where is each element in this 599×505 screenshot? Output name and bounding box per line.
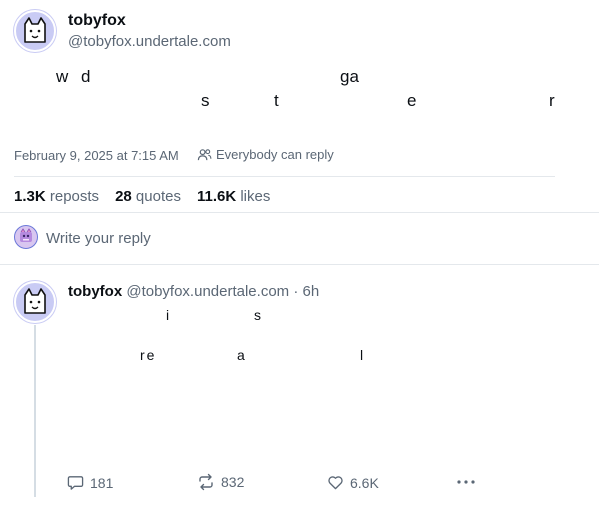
author-avatar[interactable] xyxy=(14,10,56,52)
reply-text-char: i xyxy=(166,307,170,323)
post-text-char: d xyxy=(81,67,91,86)
reply-input-placeholder[interactable]: Write your reply xyxy=(46,230,151,247)
reply-separator: · xyxy=(293,283,299,300)
reposts-count: 1.3K xyxy=(14,188,46,205)
reply-setting-label: Everybody can reply xyxy=(216,147,334,162)
speech-bubble-icon xyxy=(67,476,84,490)
divider xyxy=(14,176,555,177)
like-count: 6.6K xyxy=(350,474,379,491)
likes-stat[interactable]: 11.6K likes xyxy=(197,188,270,205)
author-handle[interactable]: @tobyfox.undertale.com xyxy=(68,33,231,50)
reply-text-char: s xyxy=(254,307,261,323)
more-options-button[interactable] xyxy=(456,474,476,495)
post-stats: 1.3K reposts 28 quotes 11.6K likes xyxy=(14,188,270,205)
reply-button[interactable]: 181 xyxy=(67,474,113,491)
post-text-char: w xyxy=(56,67,69,86)
post-text-char: t xyxy=(274,91,279,110)
reply-author-avatar[interactable] xyxy=(14,281,56,323)
post-text-char: ga xyxy=(340,67,359,86)
cat-face-icon xyxy=(24,288,46,314)
current-user-avatar xyxy=(14,225,38,249)
reply-text-char: l xyxy=(360,347,364,363)
reply-author-display-name[interactable]: tobyfox xyxy=(68,283,122,300)
quotes-count: 28 xyxy=(115,188,132,205)
repost-icon xyxy=(199,473,213,491)
reply-time[interactable]: 6h xyxy=(303,283,320,300)
post-text-char: e xyxy=(407,91,417,110)
like-button[interactable]: 6.6K xyxy=(327,474,379,491)
reply-author-handle[interactable]: @tobyfox.undertale.com xyxy=(126,283,289,300)
likes-count: 11.6K xyxy=(196,188,237,205)
thread-line xyxy=(34,325,36,497)
heart-icon xyxy=(328,476,343,490)
reply-composer[interactable]: Write your reply xyxy=(0,213,599,263)
author-display-name[interactable]: tobyfox xyxy=(68,12,126,30)
people-icon xyxy=(197,149,212,161)
more-dots-icon xyxy=(457,480,475,484)
reply-setting[interactable]: Everybody can reply xyxy=(197,147,334,162)
post-text-char: s xyxy=(201,91,210,110)
reply-header: tobyfox @tobyfox.undertale.com · 6h xyxy=(68,283,319,300)
repost-button[interactable]: 832 xyxy=(197,473,244,491)
post-text-char: r xyxy=(549,91,555,110)
quotes-label: quotes xyxy=(135,188,181,205)
reply-text-char: re xyxy=(140,347,157,363)
reply-count: 181 xyxy=(90,474,114,491)
reposts-label: reposts xyxy=(49,188,100,205)
reply-text-char: a xyxy=(237,347,245,363)
post-timestamp[interactable]: February 9, 2025 at 7:15 AM xyxy=(14,148,179,163)
quotes-stat[interactable]: 28 quotes xyxy=(115,188,181,205)
reposts-stat[interactable]: 1.3K reposts xyxy=(14,188,99,205)
cat-face-icon xyxy=(24,17,46,43)
divider xyxy=(0,264,599,265)
user-avatar-icon xyxy=(20,228,32,242)
likes-label: likes xyxy=(240,188,271,205)
repost-count: 832 xyxy=(221,474,245,490)
